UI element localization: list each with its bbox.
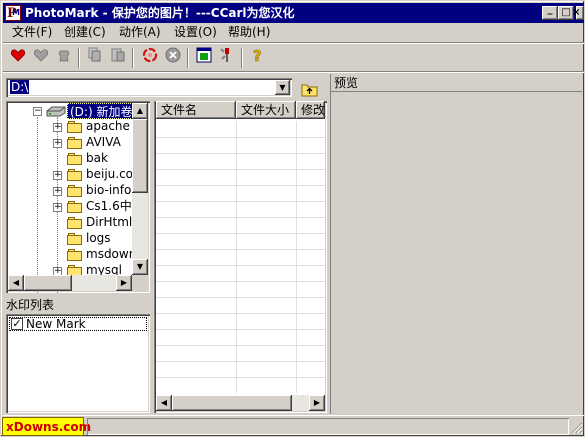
tree-root-label[interactable]: (D:) 新加卷 <box>67 103 136 119</box>
statusbar-divider <box>3 415 584 416</box>
scroll-left-icon[interactable]: ◀ <box>8 275 24 291</box>
drive-icon <box>46 106 66 117</box>
scroll-right-icon[interactable]: ▶ <box>116 275 132 291</box>
preview-title: 预览 <box>334 76 359 90</box>
maximize-icon: □ <box>561 7 571 18</box>
window-title: PhotoMark - 保护您的图片！---CCarl为您汉化 <box>25 6 295 20</box>
tree-hscrollbar[interactable]: ◀ ▶ <box>8 275 132 291</box>
menu-create[interactable]: 创建(C) <box>61 24 109 41</box>
tree-vscrollbar[interactable]: ▲ ▼ <box>132 103 148 275</box>
folder-icon <box>67 137 83 149</box>
column-header-filesize[interactable]: 文件大小 <box>236 101 296 119</box>
expand-icon[interactable]: + <box>53 139 62 148</box>
scroll-left-icon[interactable]: ◀ <box>156 395 172 411</box>
minimize-button[interactable]: _ <box>542 4 558 20</box>
scroll-corner <box>132 275 148 291</box>
tree-item-label: bak <box>86 151 108 165</box>
folder-icon <box>67 153 83 165</box>
app-icon[interactable]: P M <box>5 5 21 21</box>
heart-gray-icon[interactable] <box>30 47 52 69</box>
folder-tree[interactable]: − (D:) 新加卷 + apache + AVIVA bak + beiju.… <box>6 101 150 293</box>
checkbox-checked-icon[interactable]: ✓ <box>11 318 23 330</box>
tree-item-label: DirHtml <box>86 215 133 229</box>
watermark-list[interactable]: ✓ New Mark <box>6 314 150 413</box>
column-header-modified[interactable]: 修改 <box>296 101 325 119</box>
heart-icon[interactable] <box>7 47 29 69</box>
toolbar-separator <box>241 48 243 68</box>
menu-file[interactable]: 文件(F) <box>9 24 55 41</box>
tree-item-label: logs <box>86 231 111 245</box>
menu-help[interactable]: 帮助(H) <box>225 24 273 41</box>
scroll-up-icon[interactable]: ▲ <box>132 103 148 119</box>
folder-icon <box>67 249 83 261</box>
preview-header: 预览 <box>331 74 582 92</box>
title-bar[interactable]: P M PhotoMark - 保护您的图片！---CCarl为您汉化 _ □ … <box>3 3 584 23</box>
expand-icon[interactable]: + <box>53 187 62 196</box>
watermark-list-title: 水印列表 <box>6 298 55 312</box>
stamp-gray-icon[interactable] <box>53 47 75 69</box>
folder-up-icon[interactable] <box>301 81 319 97</box>
tree-vscroll-thumb[interactable] <box>132 119 148 193</box>
menu-bar: 文件(F) 创建(C) 动作(A) 设置(O) 帮助(H) <box>3 23 584 41</box>
scroll-down-icon[interactable]: ▼ <box>132 259 148 275</box>
menu-settings[interactable]: 设置(O) <box>171 24 220 41</box>
tree-guide <box>37 117 38 293</box>
folder-icon <box>67 201 83 213</box>
paste-gray-icon[interactable] <box>107 47 129 69</box>
expand-icon[interactable]: + <box>53 203 62 212</box>
tree-item-label: AVIVA <box>86 135 121 149</box>
menu-action[interactable]: 动作(A) <box>116 24 164 41</box>
status-panel <box>87 418 569 435</box>
help-icon[interactable]: ? <box>247 47 269 69</box>
folder-icon <box>67 217 83 229</box>
copy-gray-icon[interactable] <box>84 47 106 69</box>
app-window: P M PhotoMark - 保护您的图片！---CCarl为您汉化 _ □ … <box>0 0 585 437</box>
folder-icon <box>67 233 83 245</box>
window-icon[interactable] <box>193 47 215 69</box>
tools-icon[interactable] <box>216 47 238 69</box>
app-icon-sub: M <box>12 8 20 17</box>
brand-logo[interactable]: xDowns.com <box>2 417 91 436</box>
svg-text:?: ? <box>253 47 262 63</box>
tree-hscroll-thumb[interactable] <box>24 275 72 291</box>
toolbar-separator <box>78 48 80 68</box>
expand-icon[interactable]: + <box>53 123 62 132</box>
toolbar: ? <box>3 43 584 71</box>
resize-grip-icon[interactable] <box>571 422 583 434</box>
tree-item-label: apache <box>86 119 130 133</box>
close-button[interactable]: × <box>572 6 584 20</box>
folder-icon <box>67 121 83 133</box>
folder-icon <box>67 169 83 181</box>
folder-icon <box>67 185 83 197</box>
file-list-hscrollbar[interactable]: ◀ ▶ <box>156 395 325 411</box>
expand-icon[interactable]: + <box>53 171 62 180</box>
file-list[interactable]: 文件名 文件大小 修改 ◀ ▶ <box>154 101 327 413</box>
chevron-down-icon[interactable]: ▼ <box>275 80 290 95</box>
watermark-item-new-mark[interactable]: ✓ New Mark <box>9 317 147 331</box>
stop-icon[interactable] <box>162 47 184 69</box>
reload-icon[interactable] <box>139 47 161 69</box>
toolbar-separator <box>187 48 189 68</box>
path-combobox[interactable]: D:\ ▼ <box>6 78 292 97</box>
file-list-hscroll-thumb[interactable] <box>172 395 292 411</box>
minimize-icon: _ <box>547 4 553 15</box>
close-icon: × <box>572 7 581 18</box>
preview-area <box>331 93 582 414</box>
path-input[interactable]: D:\ <box>10 80 30 94</box>
collapse-icon[interactable]: − <box>33 107 42 116</box>
watermark-item-label: New Mark <box>26 317 86 331</box>
scroll-right-icon[interactable]: ▶ <box>309 395 325 411</box>
toolbar-separator <box>132 48 134 68</box>
brand-logo-text: xDowns.com <box>6 420 92 434</box>
toolbar-divider <box>3 71 584 73</box>
column-header-filename[interactable]: 文件名 <box>156 101 236 119</box>
